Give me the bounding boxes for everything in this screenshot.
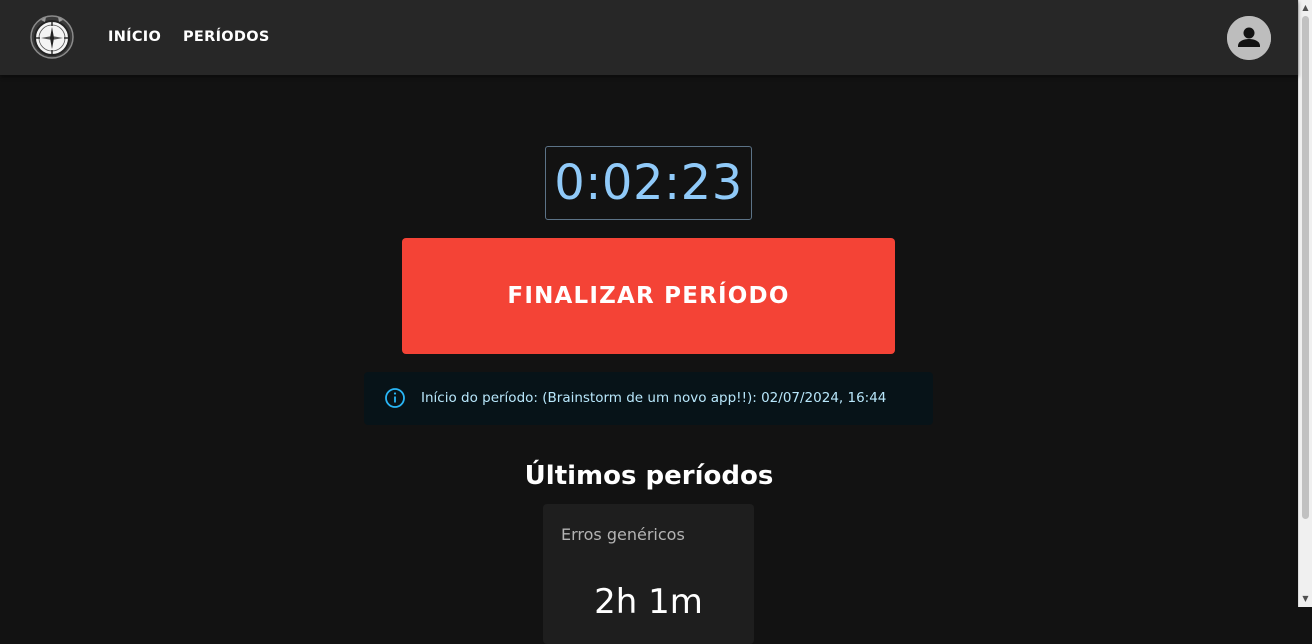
period-card-name: Erros genéricos [561, 525, 685, 544]
alert-message: Início do período: (Brainstorm de um nov… [421, 390, 887, 406]
scroll-up-arrow-icon[interactable]: ▲ [1301, 3, 1310, 12]
scroll-down-arrow-icon[interactable]: ▼ [1301, 594, 1310, 603]
account-avatar-button[interactable] [1227, 16, 1271, 60]
period-start-alert: Início do período: (Brainstorm de um nov… [364, 372, 933, 425]
elapsed-timer: 0:02:23 [545, 146, 752, 220]
clock-logo-icon[interactable] [29, 14, 75, 60]
recent-periods-title: Últimos períodos [524, 461, 774, 491]
period-card[interactable]: Erros genéricos 2h 1m [543, 504, 754, 644]
scrollbar-thumb[interactable] [1302, 16, 1309, 519]
info-icon [384, 387, 406, 409]
app-bar: INÍCIO PERÍODOS [0, 0, 1298, 75]
vertical-scrollbar[interactable]: ▲ ▼ [1298, 0, 1312, 607]
nav-link-periodos[interactable]: PERÍODOS [183, 27, 270, 47]
nav-link-inicio[interactable]: INÍCIO [108, 27, 161, 47]
period-card-duration: 2h 1m [594, 582, 703, 622]
finish-period-button[interactable]: FINALIZAR PERÍODO [402, 238, 895, 354]
account-icon [1227, 16, 1271, 60]
